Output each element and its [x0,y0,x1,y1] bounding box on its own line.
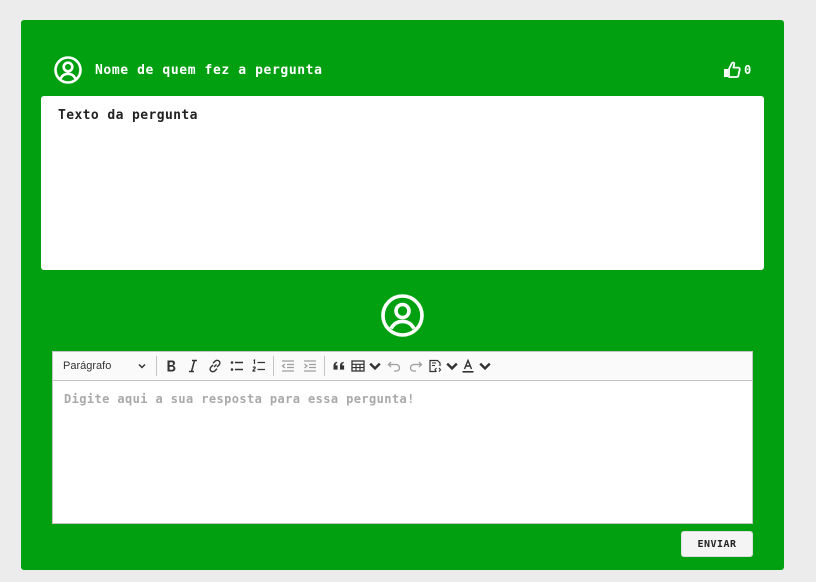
font-color-button[interactable] [460,355,493,377]
toolbar-divider [156,356,157,376]
bulleted-list-icon [230,361,243,371]
chevron-down-icon [138,363,146,369]
indent-button[interactable] [299,355,321,377]
user-circle-icon [53,55,83,85]
heading-dropdown-value: Parágrafo [63,360,112,372]
blockquote-button[interactable] [328,355,350,377]
numbered-list-icon [252,359,265,372]
question-body: Texto da pergunta [41,96,764,270]
answer-placeholder: Digite aqui a sua resposta para essa per… [64,392,415,406]
chevron-down-icon [446,362,458,371]
answerer-avatar [380,293,425,338]
toolbar-divider [273,356,274,376]
editor-toolbar: Parágrafo [53,352,752,381]
answer-textarea[interactable]: Digite aqui a sua resposta para essa per… [53,381,752,523]
italic-button[interactable] [182,355,204,377]
submit-answer-button[interactable]: ENVIAR [681,531,753,557]
user-circle-icon [380,293,425,338]
link-button[interactable] [204,355,226,377]
heading-dropdown[interactable]: Parágrafo [57,355,153,377]
redo-button[interactable] [405,355,427,377]
outdent-button[interactable] [277,355,299,377]
bulleted-list-button[interactable] [226,355,248,377]
table-icon [351,360,365,372]
bold-icon [167,360,176,372]
italic-icon [189,359,197,373]
source-editing-icon [429,359,442,373]
answer-editor: Parágrafo Digite aqui a sua resposta par… [52,351,753,524]
thumbs-up-icon [722,60,742,80]
outdent-icon [281,360,294,372]
undo-icon [387,361,401,372]
question-card: Nome de quem fez a pergunta 0 Texto da p… [21,20,784,570]
toolbar-divider [324,356,325,376]
indent-icon [304,360,316,372]
chevron-down-icon [369,362,381,371]
redo-icon [409,361,423,372]
like-button[interactable]: 0 [722,60,751,80]
source-editing-button[interactable] [427,355,460,377]
like-count: 0 [744,63,752,77]
link-icon [209,359,221,373]
question-author: Nome de quem fez a pergunta [53,55,323,85]
insert-table-button[interactable] [350,355,383,377]
question-author-name: Nome de quem fez a pergunta [95,62,323,78]
bold-button[interactable] [160,355,182,377]
question-text: Texto da pergunta [58,108,198,123]
undo-button[interactable] [383,355,405,377]
blockquote-icon [333,361,345,370]
numbered-list-button[interactable] [248,355,270,377]
chevron-down-icon [479,362,491,371]
font-color-icon [462,358,474,373]
